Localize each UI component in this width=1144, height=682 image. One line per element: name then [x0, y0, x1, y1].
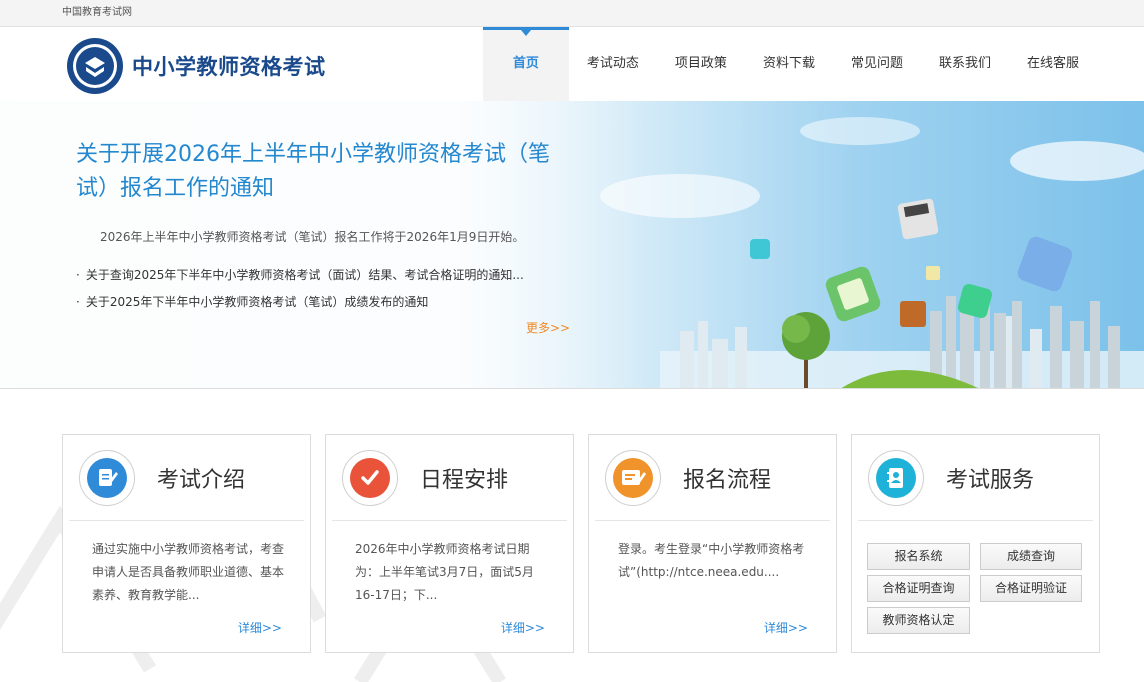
card-title: 报名流程 [683, 467, 772, 493]
card-detail-link[interactable]: 详细>> [764, 619, 808, 636]
score-query-button[interactable]: 成绩查询 [980, 543, 1082, 570]
news-item-text[interactable]: 关于查询2025年下半年中小学教师资格考试（面试）结果、考试合格证明的通知... [86, 268, 524, 282]
card-icon-ring [868, 449, 924, 506]
site-title: 中小学教师资格考试 [132, 55, 326, 79]
hero-banner: 关于开展2026年上半年中小学教师资格考试（笔试）报名工作的通知 2026年上半… [0, 101, 1144, 389]
exam-seal-icon [67, 38, 123, 94]
registration-form-icon [613, 457, 653, 498]
nav-item-policies[interactable]: 项目政策 [657, 27, 745, 101]
nav-item-faq[interactable]: 常见问题 [833, 27, 921, 101]
card-title: 考试介绍 [157, 467, 246, 493]
card-title: 日程安排 [420, 467, 509, 493]
site-logo[interactable]: 中小学教师资格考试 [66, 37, 326, 95]
contact-book-icon [876, 457, 916, 498]
banner-more-link[interactable]: 更多>> [526, 319, 570, 336]
service-cards: 考试介绍 通过实施中小学教师资格考试，考查申请人是否具备教师职业道德、基本素养、… [62, 434, 1100, 653]
service-button-group: 报名系统 成绩查询 合格证明查询 合格证明验证 教师资格认定 [852, 521, 1092, 634]
city-sky-illustration [600, 117, 1144, 388]
nav-item-downloads[interactable]: 资料下载 [745, 27, 833, 101]
card-header: 考试服务 [858, 435, 1093, 521]
site-header: 中小学教师资格考试 首页 考试动态 项目政策 资料下载 常见问题 联系我们 在线… [0, 27, 1144, 101]
certificate-query-button[interactable]: 合格证明查询 [867, 575, 970, 602]
certificate-verify-button[interactable]: 合格证明验证 [980, 575, 1082, 602]
top-utility-bar: 中国教育考试网 [0, 0, 1144, 27]
banner-headline[interactable]: 关于开展2026年上半年中小学教师资格考试（笔试）报名工作的通知 [76, 138, 556, 206]
checkmark-icon [350, 457, 390, 498]
card-exam-services: 考试服务 报名系统 成绩查询 合格证明查询 合格证明验证 教师资格认定 [851, 434, 1100, 653]
document-pen-icon [87, 457, 127, 498]
news-item-text[interactable]: 关于2025年下半年中小学教师资格考试（笔试）成绩发布的通知 [86, 295, 429, 309]
card-header: 报名流程 [595, 435, 830, 521]
card-icon-ring [342, 449, 398, 506]
card-text: 通过实施中小学教师资格考试，考查申请人是否具备教师职业道德、基本素养、教育教学能… [92, 542, 285, 602]
nav-item-exam-news[interactable]: 考试动态 [569, 27, 657, 101]
card-detail-link[interactable]: 详细>> [501, 619, 545, 636]
registration-system-button[interactable]: 报名系统 [867, 543, 970, 570]
card-text: 登录。考生登录“中小学教师资格考试”(http://ntce.neea.edu.… [618, 542, 805, 579]
card-icon-ring [605, 449, 661, 506]
card-exam-intro: 考试介绍 通过实施中小学教师资格考试，考查申请人是否具备教师职业道德、基本素养、… [62, 434, 311, 653]
nav-item-contact[interactable]: 联系我们 [921, 27, 1009, 101]
card-schedule: 日程安排 2026年中小学教师资格考试日期为：上半年笔试3月7日，面试5月16-… [325, 434, 574, 653]
banner-news-list: · 关于查询2025年下半年中小学教师资格考试（面试）结果、考试合格证明的通知..… [76, 265, 524, 319]
main-nav: 首页 考试动态 项目政策 资料下载 常见问题 联系我们 在线客服 [482, 27, 1097, 101]
banner-summary: 2026年上半年中小学教师资格考试（笔试）报名工作将于2026年1月9日开始。 [100, 230, 525, 244]
nav-item-online-service[interactable]: 在线客服 [1009, 27, 1097, 101]
bullet-icon: · [76, 295, 80, 309]
news-item[interactable]: · 关于查询2025年下半年中小学教师资格考试（面试）结果、考试合格证明的通知..… [76, 265, 524, 292]
card-title: 考试服务 [946, 467, 1035, 493]
card-header: 日程安排 [332, 435, 567, 521]
site-name-link[interactable]: 中国教育考试网 [0, 0, 1144, 25]
card-icon-ring [79, 449, 135, 506]
bullet-icon: · [76, 268, 80, 282]
card-registration-process: 报名流程 登录。考生登录“中小学教师资格考试”(http://ntce.neea… [588, 434, 837, 653]
card-detail-link[interactable]: 详细>> [238, 619, 282, 636]
card-text: 2026年中小学教师资格考试日期为：上半年笔试3月7日，面试5月16-17日；下… [355, 542, 534, 602]
news-item[interactable]: · 关于2025年下半年中小学教师资格考试（笔试）成绩发布的通知 [76, 292, 524, 319]
nav-item-home[interactable]: 首页 [482, 27, 569, 101]
card-header: 考试介绍 [69, 435, 304, 521]
teacher-qualification-button[interactable]: 教师资格认定 [867, 607, 970, 634]
